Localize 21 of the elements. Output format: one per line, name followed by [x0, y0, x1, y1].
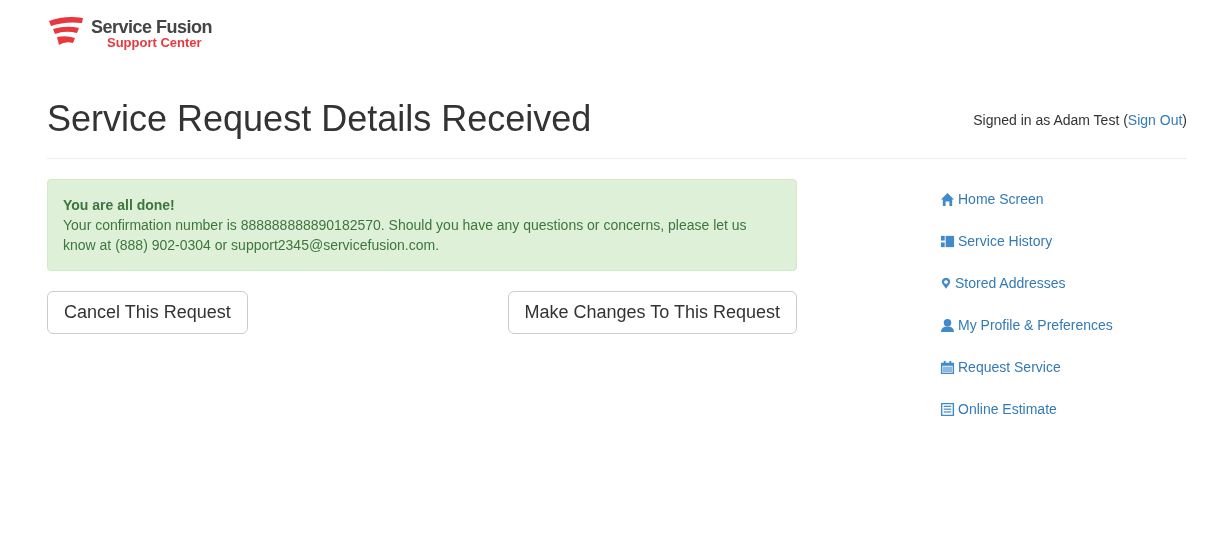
signed-in-text: Signed in as Adam Test (Sign Out) — [973, 112, 1187, 128]
request-button[interactable]: Make Changes To This Request — [507, 291, 797, 334]
sidebar-link[interactable]: Online Estimate — [940, 399, 1113, 419]
logo-name: Service Fusion — [91, 17, 213, 36]
sidebar-link[interactable]: Request Service — [940, 357, 1113, 377]
map-pin-icon — [940, 275, 952, 291]
calendar-icon — [940, 359, 955, 375]
sidebar-link[interactable]: My Profile & Preferences — [940, 315, 1113, 335]
home-icon — [940, 191, 955, 207]
sidebar-link[interactable]: Service History — [940, 231, 1113, 251]
user-icon — [940, 317, 955, 333]
logo-subtitle: Support Center — [107, 35, 203, 49]
sign-out-link[interactable]: Sign Out — [1127, 112, 1183, 128]
sidebar-link[interactable]: Home Screen — [940, 189, 1113, 209]
request-button[interactable]: Cancel This Request — [47, 291, 248, 334]
sidebar-link[interactable]: Stored Addresses — [940, 273, 1113, 293]
page-title: Service Request Details Received — [47, 98, 592, 140]
list-icon — [940, 401, 955, 417]
alert-message: Your confirmation number is 888888888890182570. Should you have any questions or concerns, please let us know at (888) 902-0304 or support2345@servicefusion.com. — [63, 216, 748, 255]
alert-heading: You are all done! — [63, 196, 176, 215]
grid-icon — [940, 233, 955, 249]
